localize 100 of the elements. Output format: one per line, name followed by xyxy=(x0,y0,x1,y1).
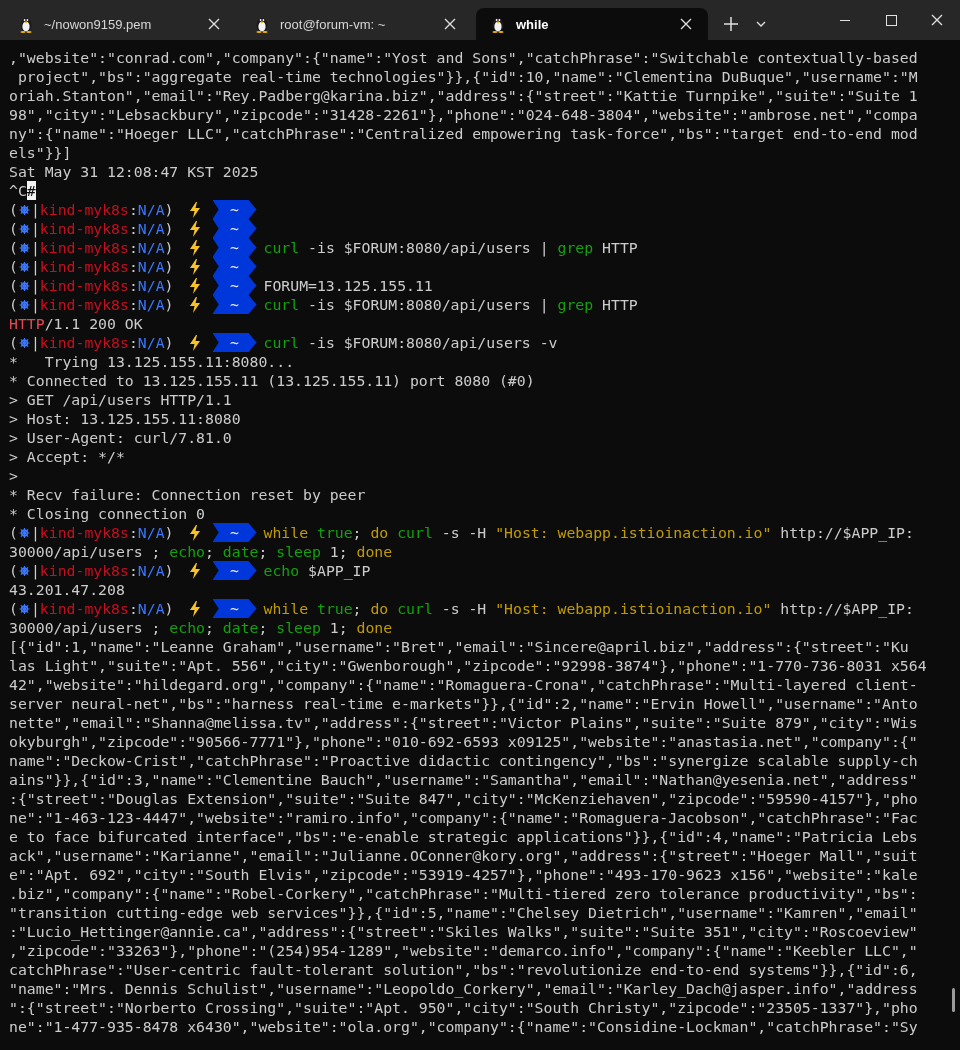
tab[interactable]: while xyxy=(476,8,708,40)
tab[interactable]: root@forum-vm: ~ xyxy=(240,8,472,40)
output-line: > xyxy=(9,466,18,485)
text-cursor: # xyxy=(26,181,36,200)
output-line: name":"Deckow-Crist","catchPhrase":"Proactive didactic contingency","bs":"synergize scalable supply-ch xyxy=(9,751,918,770)
paren-text: ( xyxy=(9,599,18,618)
output-line: las Light","suite":"Apt. 556","city":"Gwenborough","zipcode":"92998-3874"},"phone":"1-770-736-8031 x564 xyxy=(9,656,927,675)
output-line: 43.201.47.208 xyxy=(9,580,125,599)
paren-text: ( xyxy=(9,561,18,580)
output-line: [{"id":1,"name":"Leanne Graham","username":"Bret","email":"Sincere@april.biz","address":{"street":"Ku xyxy=(9,637,909,656)
lightning-icon xyxy=(188,239,201,256)
penguin-icon xyxy=(18,15,34,33)
helm-wheel-icon xyxy=(18,222,30,235)
scrollbar-thumb[interactable] xyxy=(952,988,955,1012)
directory-segment: ~ xyxy=(212,238,257,257)
helm-wheel-icon xyxy=(18,526,30,539)
output-line: oriah.Stanton","email":"Rey.Padberg@karina.biz","address":{"street":"Kattie Turnpike","suite":"Suite 1 xyxy=(9,86,918,105)
directory-segment: ~ xyxy=(212,523,257,542)
output-line: e to face bifurcated interface","bs":"e-enable strategic applications"}},{"id":4,"name":"Patricia Lebs xyxy=(9,827,918,846)
close-icon xyxy=(931,14,943,26)
command-text: curl -is $FORUM:8080/api/users | grep HTTP xyxy=(263,295,638,314)
kube-context: |kind-myk8s:N/A) xyxy=(30,257,174,276)
output-line: * Trying 13.125.155.11:8080... xyxy=(9,352,295,371)
paren-text: ( xyxy=(9,257,18,276)
output-line: e":"Apt. 692","city":"South Elvis","zipcode":"53919-4257"},"phone":"493-170-9623 x156","website":"kale xyxy=(9,865,918,884)
minimize-icon xyxy=(840,19,850,21)
tab[interactable]: ~/nowon9159.pem xyxy=(4,8,236,40)
output-line: 30000/api/users ; echo; date; sleep 1; done xyxy=(9,542,393,561)
output-line: ny":{"name":"Hoeger LLC","catchPhrase":"Centralized empowering task-force","bs":"target end-to-end mod xyxy=(9,124,918,143)
directory-segment: ~ xyxy=(212,200,257,219)
chevron-down-icon xyxy=(756,21,766,27)
plus-icon xyxy=(724,17,738,31)
kube-context: |kind-myk8s:N/A) xyxy=(30,200,174,219)
command-text: FORUM=13.125.155.11 xyxy=(263,276,433,295)
directory-segment: ~ xyxy=(212,599,257,618)
output-line: :"Lucio_Hettinger@annie.ca","address":{"street":"Skiles Walks","suite":"Suite 351","city":"Roscoeview" xyxy=(9,922,918,941)
helm-wheel-icon xyxy=(18,298,30,311)
output-line: ^C xyxy=(9,181,27,200)
paren-text: ( xyxy=(9,238,18,257)
penguin-icon xyxy=(490,15,506,33)
close-icon xyxy=(208,18,220,30)
paren-text: ( xyxy=(9,295,18,314)
directory-segment: ~ xyxy=(212,333,257,352)
lightning-icon xyxy=(188,258,201,275)
output-line: "name":"Mrs. Dennis Schulist","username":"Leopoldo_Corkery","email":"Karley_Dach@jasper.info","address xyxy=(9,979,918,998)
output-line: * Connected to 13.125.155.11 (13.125.155.11) port 8080 (#0) xyxy=(9,371,535,390)
directory-segment: ~ xyxy=(212,561,257,580)
close-icon xyxy=(680,18,692,30)
command-text: curl -is $FORUM:8080/api/users -v xyxy=(263,333,558,352)
kube-context: |kind-myk8s:N/A) xyxy=(30,219,174,238)
helm-wheel-icon xyxy=(18,260,30,273)
lightning-icon xyxy=(188,296,201,313)
kube-context: |kind-myk8s:N/A) xyxy=(30,561,174,580)
output-line: > GET /api/users HTTP/1.1 xyxy=(9,390,232,409)
output-line: ,"website":"conrad.com","company":{"name":"Yost and Sons","catchPhrase":"Switchable contextually-based xyxy=(9,48,918,67)
lightning-icon xyxy=(188,201,201,218)
kube-context: |kind-myk8s:N/A) xyxy=(30,523,174,542)
output-line: 98","city":"Lebsackbury","zipcode":"31428-2261"},"phone":"024-648-3804","website":"ambrose.net","compa xyxy=(9,105,918,124)
output-line: 42","website":"hildegard.org","company":{"name":"Romaguera-Crona","catchPhrase":"Multi-layered client- xyxy=(9,675,918,694)
maximize-icon xyxy=(885,14,897,26)
helm-wheel-icon xyxy=(18,241,30,254)
command-text: curl -is $FORUM:8080/api/users | grep HTTP xyxy=(263,238,638,257)
penguin-icon xyxy=(254,15,270,33)
directory-segment: ~ xyxy=(212,219,257,238)
output-line: 30000/api/users ; echo; date; sleep 1; done xyxy=(9,618,393,637)
lightning-icon xyxy=(188,524,201,541)
output-line: nette","email":"Shanna@melissa.tv","address":{"street":"Victor Plains","suite":"Suite 879","city":"Wis xyxy=(9,713,918,732)
paren-text: ( xyxy=(9,523,18,542)
paren-text: ( xyxy=(9,276,18,295)
directory-segment: ~ xyxy=(212,276,257,295)
helm-wheel-icon xyxy=(18,203,30,216)
output-line: els"}}] xyxy=(9,143,72,162)
paren-text: ( xyxy=(9,333,18,352)
command-text: echo $APP_IP xyxy=(263,561,371,580)
paren-text: ( xyxy=(9,200,18,219)
output-line: > Accept: */* xyxy=(9,447,125,466)
output-line: ains"}},{"id":3,"name":"Clementine Bauch","username":"Samantha","email":"Nathan@yesenia.net","address" xyxy=(9,770,918,789)
output-line: ne":"1-463-123-4447","website":"ramiro.info","company":{"name":"Romaguera-Jacobson","catchPhrase":"Fac xyxy=(9,808,918,827)
directory-segment: ~ xyxy=(212,295,257,314)
lightning-icon xyxy=(188,277,201,294)
output-line: okyburgh","zipcode":"90566-7771"},"phone":"010-692-6593 x09125","website":"anastasia.net","company":{" xyxy=(9,732,918,751)
output-line: ack","username":"Karianne","email":"Julianne.OConner@kory.org","address":{"street":"Hoeger Mall","suit xyxy=(9,846,918,865)
output-line: * Closing connection 0 xyxy=(9,504,205,523)
lightning-icon xyxy=(188,220,201,237)
output-line: > Host: 13.125.155.11:8080 xyxy=(9,409,241,428)
lightning-icon xyxy=(188,562,201,579)
kube-context: |kind-myk8s:N/A) xyxy=(30,276,174,295)
lightning-icon xyxy=(188,600,201,617)
command-text: while true; do curl -s -H "Host: webapp.istioinaction.io" http://$APP_IP: xyxy=(263,523,914,542)
output-line: :{"street":"Douglas Extension","suite":"Suite 847","city":"McKenziehaven","zipcode":"59590-4157"},"pho xyxy=(9,789,918,808)
kube-context: |kind-myk8s:N/A) xyxy=(30,333,174,352)
helm-wheel-icon xyxy=(18,336,30,349)
output-line: > User-Agent: curl/7.81.0 xyxy=(9,428,232,447)
output-line: server neural-net","bs":"harness real-time e-markets"}},{"id":2,"name":"Ervin Howell","username":"Anto xyxy=(9,694,918,713)
command-text: while true; do curl -s -H "Host: webapp.istioinaction.io" http://$APP_IP: xyxy=(263,599,914,618)
output-line: "transition cutting-edge web services"}},{"id":5,"name":"Chelsey Dietrich","username":"Kamren","email" xyxy=(9,903,918,922)
kube-context: |kind-myk8s:N/A) xyxy=(30,238,174,257)
helm-wheel-icon xyxy=(18,279,30,292)
close-icon xyxy=(444,18,456,30)
output-line: * Recv failure: Connection reset by peer xyxy=(9,485,366,504)
